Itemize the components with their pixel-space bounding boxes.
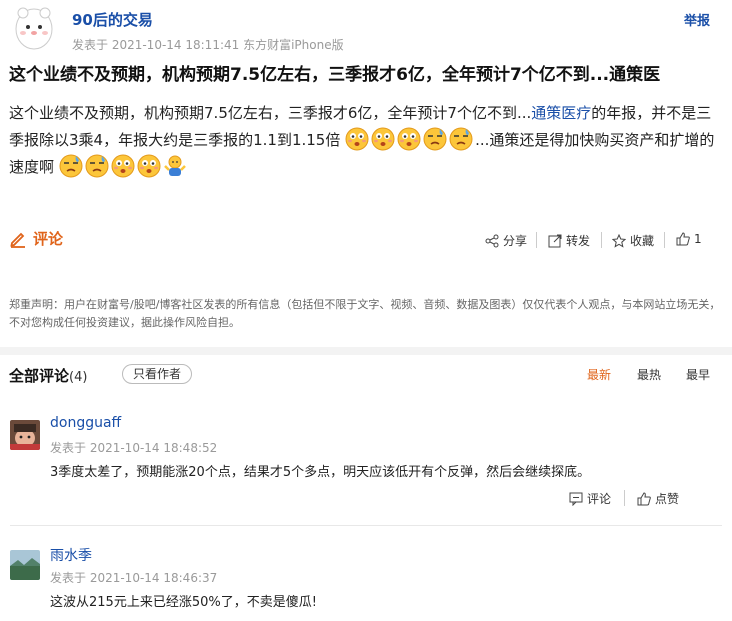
author-name[interactable]: 90后的交易 xyxy=(72,9,153,30)
emoji-sweat-icon xyxy=(85,154,109,178)
reply-label: 评论 xyxy=(587,492,612,506)
divider xyxy=(624,490,625,506)
post-timestamp: 发表于 2021-10-14 18:11:41 东方财富iPhone版 xyxy=(72,38,344,52)
comments-title-label: 全部评论 xyxy=(9,367,70,385)
emoji-icon xyxy=(345,127,369,151)
comment-button-label: 评论 xyxy=(33,230,64,248)
post-header: 90后的交易 发表于 2021-10-14 18:11:41 东方财富iPhon… xyxy=(0,0,732,62)
emoji-icon xyxy=(111,154,135,178)
thumbs-up-icon xyxy=(676,232,690,246)
repost-button[interactable]: 转发 xyxy=(548,232,590,249)
commenter-avatar[interactable] xyxy=(10,550,40,580)
emoji-sweat-icon xyxy=(59,154,83,178)
divider xyxy=(664,232,665,248)
emoji-sweat-icon xyxy=(449,127,473,151)
emoji-icon xyxy=(397,127,421,151)
post-title: 这个业绩不及预期，机构预期7.5亿左右，三季报才6亿，全年预计7个亿不到...通… xyxy=(9,65,661,85)
sort-hot-tab[interactable]: 最热 xyxy=(637,366,661,383)
repost-icon xyxy=(548,234,562,247)
stock-link[interactable]: 通策医疗 xyxy=(531,104,591,122)
comments-count: (4) xyxy=(69,370,88,385)
author-avatar[interactable] xyxy=(14,5,54,53)
disclaimer: 郑重声明：用户在财富号/股吧/博客社区发表的所有信息（包括但不限于文字、视频、音… xyxy=(9,298,721,329)
divider xyxy=(536,232,537,248)
comments-header: 全部评论(4) 只看作者 最新 最热 最早 xyxy=(0,360,732,390)
comment-like-button[interactable]: 点赞 xyxy=(637,490,679,507)
emoji-icon xyxy=(371,127,395,151)
comment-separator xyxy=(10,525,722,526)
post-action-bar: 评论 分享 转发 收藏 1 xyxy=(0,224,732,258)
post-body: 这个业绩不及预期，机构预期7.5亿左右，三季报才6亿，全年预计7个亿不到...通… xyxy=(9,100,721,181)
share-label: 分享 xyxy=(503,234,528,248)
commenter-avatar[interactable] xyxy=(10,420,40,450)
divider xyxy=(601,232,602,248)
sort-earliest-tab[interactable]: 最早 xyxy=(686,366,710,383)
emoji-icon xyxy=(137,154,161,178)
comments-title: 全部评论(4) xyxy=(9,365,87,386)
comment-text: 3季度太差了，预期能涨20个点，结果才5个多点，明天应该低开有个反弹，然后会继续… xyxy=(50,465,591,480)
emoji-sweat-icon xyxy=(423,127,447,151)
commenter-name[interactable]: 雨水季 xyxy=(50,545,92,565)
section-divider xyxy=(0,347,732,355)
like-button[interactable]: 1 xyxy=(676,232,702,246)
reply-button[interactable]: 评论 xyxy=(569,490,611,507)
post-body-text: 这个业绩不及预期，机构预期7.5亿左右，三季报才6亿，全年预计7个亿不到... xyxy=(9,104,532,122)
star-icon xyxy=(612,233,626,248)
pen-icon xyxy=(10,232,25,248)
share-button[interactable]: 分享 xyxy=(485,232,527,249)
comment-icon xyxy=(569,492,583,506)
sort-latest-tab[interactable]: 最新 xyxy=(587,366,611,383)
emoji-shrug-icon xyxy=(163,154,187,178)
thumbs-up-icon xyxy=(637,491,651,505)
only-author-button[interactable]: 只看作者 xyxy=(122,364,192,384)
comment-timestamp: 发表于 2021-10-14 18:46:37 xyxy=(50,571,218,585)
comment-button[interactable]: 评论 xyxy=(9,228,63,249)
commenter-name[interactable]: dongguaff xyxy=(50,415,121,431)
comment-text: 这波从215元上来已经涨50%了，不卖是傻瓜! xyxy=(50,595,317,610)
share-icon xyxy=(485,234,499,247)
repost-label: 转发 xyxy=(566,234,591,248)
report-button[interactable]: 举报 xyxy=(684,10,710,29)
like-count: 1 xyxy=(694,232,702,246)
comment-timestamp: 发表于 2021-10-14 18:48:52 xyxy=(50,441,218,455)
favorite-label: 收藏 xyxy=(630,234,655,248)
comment-like-label: 点赞 xyxy=(655,492,680,506)
favorite-button[interactable]: 收藏 xyxy=(612,232,654,249)
